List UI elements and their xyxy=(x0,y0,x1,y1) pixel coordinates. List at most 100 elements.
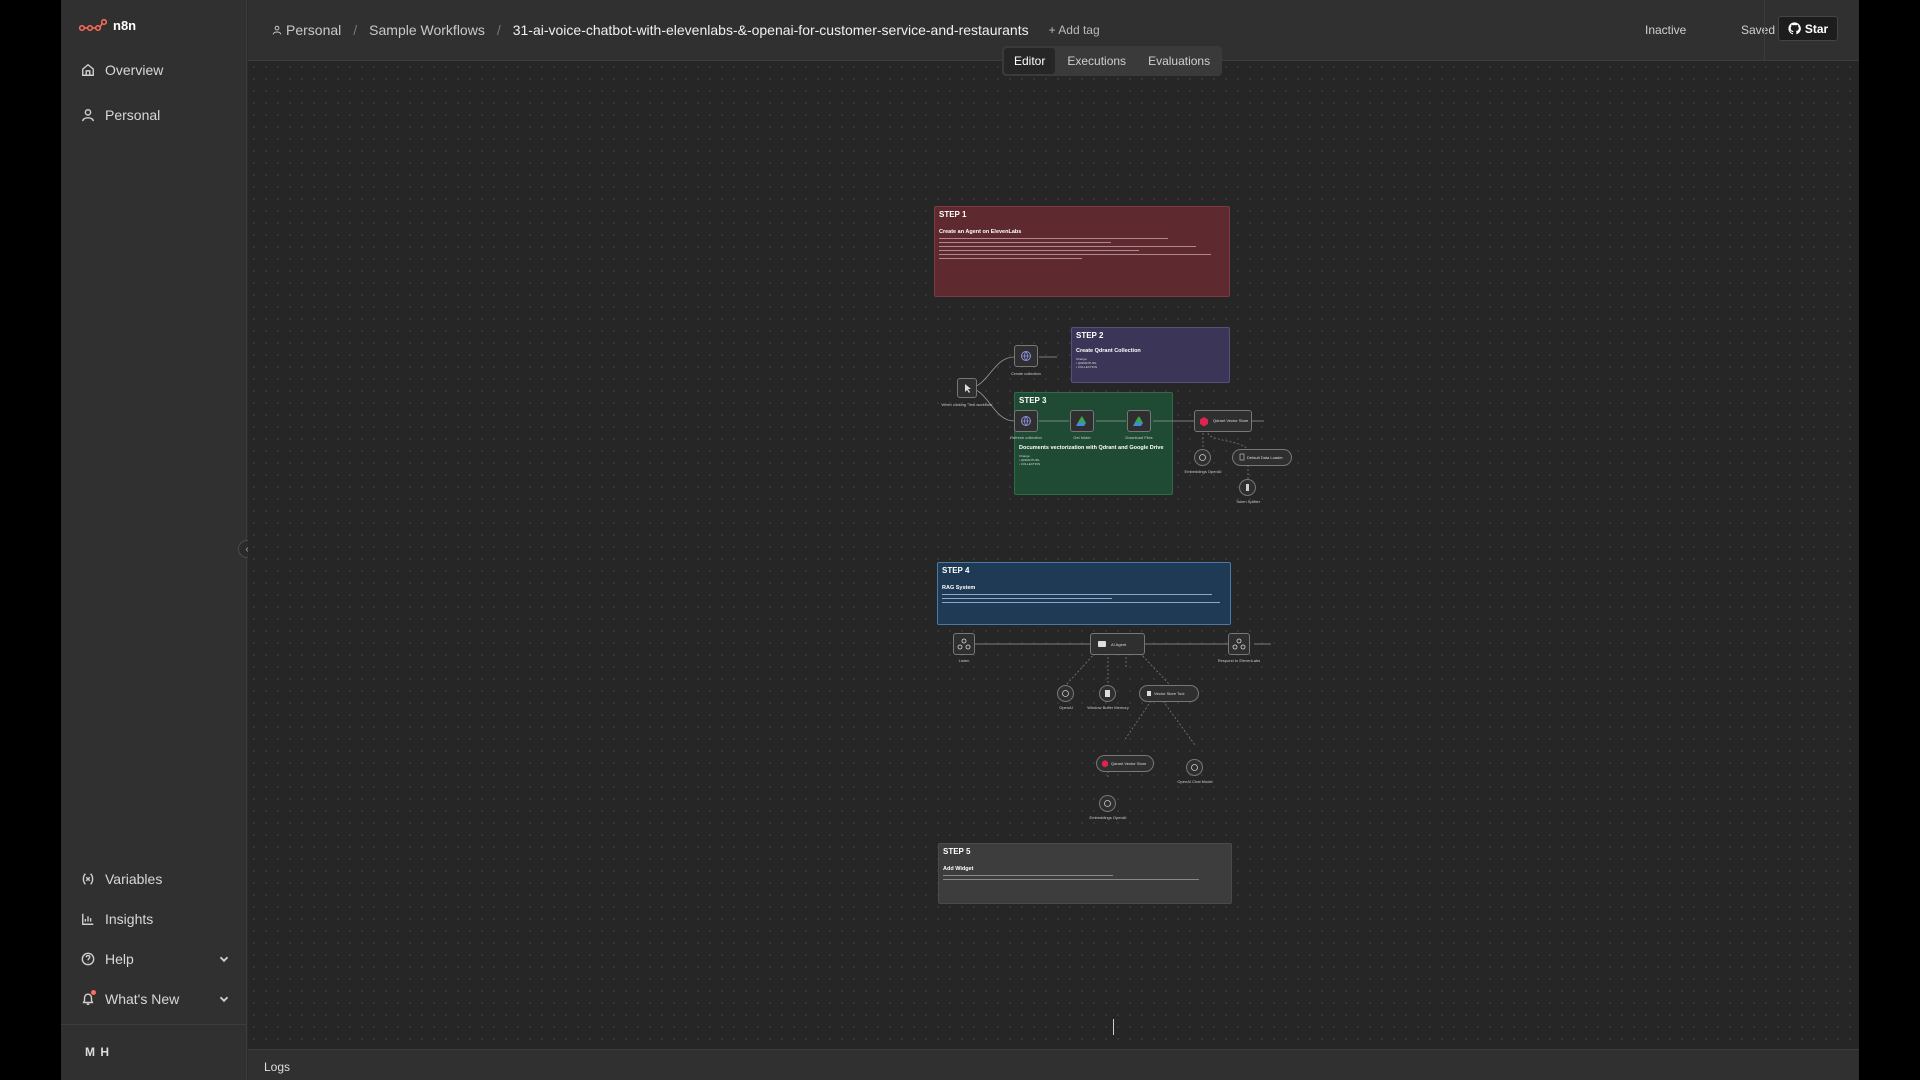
node-label: Respond to ElevenLabs xyxy=(1217,658,1261,663)
app-window: n8n Overview Personal Variables Insights… xyxy=(61,0,1859,1080)
insights-icon xyxy=(82,913,94,925)
vector-store-tool-node[interactable]: Vector Store Tool xyxy=(1139,685,1199,702)
text-cursor xyxy=(1113,1019,1114,1035)
sidebar-item-label: Overview xyxy=(105,62,164,78)
node-label: Embeddings OpenAI xyxy=(1089,815,1127,820)
trigger-node[interactable] xyxy=(957,378,977,398)
help-icon xyxy=(81,952,95,966)
sidebar-item-whats-new[interactable]: What's New xyxy=(81,987,231,1011)
chevron-down-icon xyxy=(219,956,229,963)
document-icon xyxy=(1239,453,1245,461)
google-drive-icon xyxy=(1133,416,1143,426)
memory-icon xyxy=(1105,690,1110,697)
workflow-name[interactable]: 31-ai-voice-chatbot-with-elevenlabs-&-op… xyxy=(513,22,1029,38)
breadcrumb-folder[interactable]: Sample Workflows xyxy=(369,22,485,38)
sidebar-item-label: Personal xyxy=(105,107,161,123)
logs-panel[interactable]: Logs xyxy=(248,1049,1859,1080)
sidebar-divider xyxy=(61,1024,247,1025)
chevron-down-icon xyxy=(219,996,229,1003)
openai-icon xyxy=(1191,764,1198,771)
sidebar-item-label: Help xyxy=(105,951,134,967)
node-label: Default Data Loader xyxy=(1247,455,1283,460)
sidebar: n8n Overview Personal Variables Insights… xyxy=(61,0,247,1080)
robot-icon xyxy=(1098,641,1106,647)
openai-icon xyxy=(1062,690,1069,697)
node-label: Window Buffer Memory xyxy=(1087,705,1129,710)
user-icon xyxy=(272,25,282,35)
node-label: Get folder xyxy=(1073,435,1091,440)
sidebar-item-label: Insights xyxy=(105,911,154,927)
logs-label: Logs xyxy=(264,1060,291,1074)
node-label: Refresh collection xyxy=(1010,435,1042,440)
webhook-icon xyxy=(957,638,971,650)
workflow-canvas[interactable]: STEP 1 Create an Agent on ElevenLabs STE… xyxy=(248,61,1859,1049)
tab-editor[interactable]: Editor xyxy=(1004,48,1056,74)
default-data-loader-node[interactable]: Default Data Loader xyxy=(1232,449,1292,466)
node-label: Listen xyxy=(958,658,970,663)
n8n-logo-icon xyxy=(79,18,107,31)
node-label: Vector Store Tool xyxy=(1154,691,1185,696)
openai-model-node[interactable] xyxy=(1057,685,1074,702)
openai-chat-model-node[interactable] xyxy=(1186,759,1203,776)
node-label: When clicking 'Test workflow' xyxy=(941,402,993,407)
splitter-icon xyxy=(1246,484,1249,491)
qdrant-vector-store-2-node[interactable]: Qdrant Vector Store xyxy=(1096,755,1154,772)
qdrant-icon xyxy=(1102,760,1108,768)
webhook-icon xyxy=(1232,638,1246,650)
active-status[interactable]: Inactive xyxy=(1645,23,1686,37)
embeddings-openai-node[interactable] xyxy=(1194,449,1211,466)
ai-agent-node[interactable]: AI Agent xyxy=(1090,633,1145,655)
node-label: OpenAI Chat Model xyxy=(1177,779,1213,784)
github-icon xyxy=(1788,22,1801,35)
star-label: Star xyxy=(1804,21,1829,36)
workflow-connections xyxy=(967,356,1271,779)
globe-icon xyxy=(1021,416,1031,426)
get-folder-node[interactable] xyxy=(1070,410,1094,432)
tool-icon xyxy=(1147,691,1151,696)
breadcrumb-project[interactable]: Personal xyxy=(272,22,341,38)
bell-icon-wrap xyxy=(81,990,96,1006)
add-tag-button[interactable]: + Add tag xyxy=(1049,23,1100,37)
sidebar-item-overview[interactable]: Overview xyxy=(81,58,231,82)
refresh-collection-node[interactable] xyxy=(1014,410,1038,432)
home-icon xyxy=(82,63,94,76)
save-status: Saved xyxy=(1741,23,1776,37)
tab-executions[interactable]: Executions xyxy=(1057,48,1136,74)
node-label: OpenAI xyxy=(1059,705,1073,710)
respond-to-elevenlabs-node[interactable] xyxy=(1228,633,1250,655)
sidebar-item-help[interactable]: Help xyxy=(81,947,231,971)
breadcrumb-separator: / xyxy=(496,22,501,38)
google-drive-icon xyxy=(1076,416,1086,426)
node-label: Download Files xyxy=(1125,435,1153,440)
embeddings-openai-2-node[interactable] xyxy=(1099,795,1116,812)
app-logo[interactable]: n8n xyxy=(79,18,136,33)
variables-icon xyxy=(82,873,94,885)
app-name: n8n xyxy=(113,18,137,33)
node-label: Embeddings OpenAI xyxy=(1184,469,1222,474)
globe-icon xyxy=(1021,351,1031,361)
user-avatar[interactable]: M H xyxy=(85,1045,110,1059)
node-label: Qdrant Vector Store xyxy=(1111,761,1147,766)
qdrant-vector-store-node[interactable]: Qdrant Vector Store xyxy=(1194,410,1252,432)
node-label: Create collection xyxy=(1011,371,1041,376)
sidebar-item-label: Variables xyxy=(105,871,163,887)
breadcrumb: Personal / Sample Workflows / 31-ai-voic… xyxy=(272,22,1100,38)
create-collection-node[interactable] xyxy=(1014,345,1038,367)
sidebar-item-personal[interactable]: Personal xyxy=(81,103,231,127)
openai-icon xyxy=(1199,454,1206,461)
tab-evaluations[interactable]: Evaluations xyxy=(1138,48,1220,74)
github-star-button[interactable]: Star xyxy=(1778,16,1838,41)
breadcrumb-separator: / xyxy=(353,22,358,38)
listen-webhook-node[interactable] xyxy=(953,633,975,655)
user-icon xyxy=(82,109,94,122)
sidebar-item-variables[interactable]: Variables xyxy=(81,867,231,891)
view-tabs: Editor Executions Evaluations xyxy=(1002,46,1223,76)
notification-dot xyxy=(91,990,96,995)
download-files-node[interactable] xyxy=(1127,410,1151,432)
node-label: AI Agent xyxy=(1111,642,1127,647)
sidebar-item-insights[interactable]: Insights xyxy=(81,907,231,931)
breadcrumb-project-label: Personal xyxy=(286,22,342,38)
token-splitter-node[interactable] xyxy=(1239,479,1256,496)
sidebar-item-label: What's New xyxy=(105,991,180,1007)
window-buffer-memory-node[interactable] xyxy=(1099,685,1116,702)
